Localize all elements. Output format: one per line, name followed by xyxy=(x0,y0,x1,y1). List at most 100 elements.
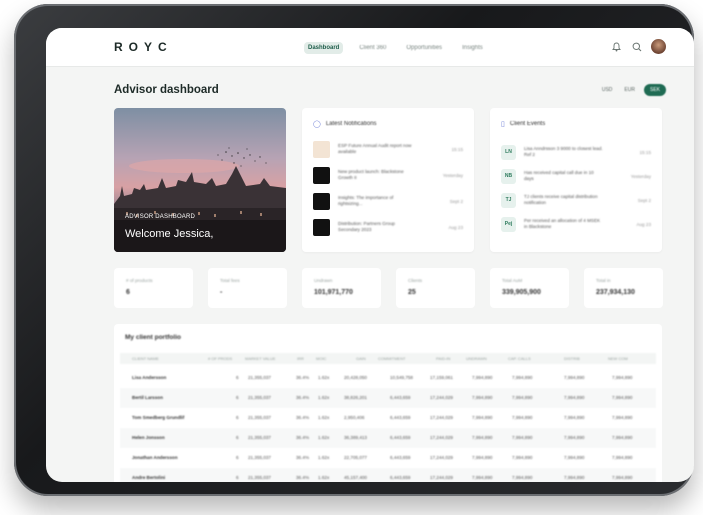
notification-text: ESP Future Annual Audit report now avail… xyxy=(338,143,412,154)
client-name: Helen Jonsson xyxy=(132,435,165,440)
cell-paid-in: 17,244,029 xyxy=(430,415,453,420)
table-row[interactable]: Andre Bertolini 6 21,355,037 36.4% 1.62x… xyxy=(120,468,656,482)
event-text: Per received an allocation of 4 MSEK in … xyxy=(524,218,601,229)
client-event-item[interactable]: LN Lisa Anndrsson 3 9000 to closest lead… xyxy=(501,142,651,162)
client-name: Jonathan Andersson xyxy=(132,455,178,460)
column-header[interactable]: GAIN xyxy=(356,356,366,361)
table-row[interactable]: Tom Smedberg Grundlif 6 21,355,037 36.4%… xyxy=(120,408,656,428)
cell-commitment: 6,443,659 xyxy=(390,455,411,460)
notification-item[interactable]: Distribution: Partners Group Secondary 2… xyxy=(313,217,463,237)
column-header[interactable]: UNDRAWN xyxy=(466,356,487,361)
cell-market-value: 21,355,037 xyxy=(248,475,271,480)
bell-icon: ◯ xyxy=(313,121,321,128)
cell-market-value: 21,355,037 xyxy=(248,455,271,460)
stat-label: Total fees xyxy=(220,278,240,283)
nav-opportunities[interactable]: Opportunities xyxy=(402,42,446,54)
notification-text: Insights: The importance of rightsizing.… xyxy=(338,195,394,206)
client-initials-badge: LN xyxy=(501,144,516,160)
currency-sek[interactable]: SEK xyxy=(643,84,666,96)
cell-moic: 1.62x xyxy=(318,415,330,420)
event-text: Has received capital call due in 10 days xyxy=(524,170,594,181)
table-row[interactable]: Lisa Andersson 6 21,355,037 36.4% 1.62x … xyxy=(120,368,656,388)
cell-cap-calls: 7,994,890 xyxy=(512,435,533,440)
event-time: 15:15 xyxy=(639,149,652,155)
stat-label: Clients xyxy=(408,278,423,283)
stat-value: - xyxy=(220,289,223,296)
notification-item[interactable]: New product launch: Blackstone Growth II… xyxy=(313,165,463,185)
column-header[interactable]: MARKET VALUE xyxy=(245,356,276,361)
table-row[interactable]: Bertil Larsson 6 21,355,037 36.4% 1.62x … xyxy=(120,388,656,408)
notification-thumbnail xyxy=(313,218,330,236)
column-header[interactable]: DISTRIB xyxy=(564,356,580,361)
client-initials-badge: NB xyxy=(501,168,516,184)
column-header[interactable]: MOIC xyxy=(316,356,326,361)
column-header[interactable]: # OF PRODS xyxy=(208,356,232,361)
main-nav: Dashboard Client 360 Opportunities Insig… xyxy=(304,42,487,54)
tablet-frame: ROYC Dashboard Client 360 Opportunities … xyxy=(14,4,694,496)
column-header[interactable]: CAP. CALLS xyxy=(508,356,531,361)
client-initials-badge: TJ xyxy=(501,192,516,208)
notification-time: 15:15 xyxy=(451,146,464,152)
nav-client-360[interactable]: Client 360 xyxy=(355,42,390,54)
cell-cap-calls: 7,994,890 xyxy=(512,455,533,460)
cell-gain: 45,157,400 xyxy=(344,475,367,480)
cell-undrawn: 7,994,890 xyxy=(472,475,493,480)
column-header[interactable]: PAID-IN xyxy=(436,356,450,361)
notification-thumbnail xyxy=(313,140,330,158)
cell-new-com: 7,994,890 xyxy=(612,455,633,460)
cell-commitment: 6,443,659 xyxy=(390,395,411,400)
cell-prods: 6 xyxy=(236,455,239,460)
currency-eur[interactable]: EUR xyxy=(621,84,638,96)
stat-label: # of products xyxy=(126,278,153,283)
cell-undrawn: 7,994,890 xyxy=(472,415,493,420)
column-header[interactable]: NEW COM xyxy=(608,356,628,361)
currency-usd[interactable]: USD xyxy=(599,84,616,96)
cell-paid-in: 17,244,029 xyxy=(430,455,453,460)
event-text: TJ clients receive capital distribution … xyxy=(524,194,598,205)
cell-undrawn: 7,994,890 xyxy=(472,375,493,380)
table-row[interactable]: Helen Jonsson 6 21,355,037 36.4% 1.62x 3… xyxy=(120,428,656,448)
cell-moic: 1.62x xyxy=(318,435,330,440)
cell-distrib: 7,994,890 xyxy=(564,435,585,440)
notification-item[interactable]: ESP Future Annual Audit report now avail… xyxy=(313,139,463,159)
client-events-header: ▯ Client Events xyxy=(501,120,545,128)
column-header[interactable]: IRR xyxy=(297,356,304,361)
cell-gain: 38,826,201 xyxy=(344,395,367,400)
cell-undrawn: 7,994,890 xyxy=(472,395,493,400)
cell-commitment: 6,443,659 xyxy=(390,415,411,420)
stat-value: 339,905,900 xyxy=(502,289,541,296)
client-event-item[interactable]: TJ TJ clients receive capital distributi… xyxy=(501,190,651,210)
search-icon[interactable] xyxy=(631,41,642,52)
column-header[interactable]: CLIENT NAME xyxy=(132,356,159,361)
stat-value: 25 xyxy=(408,289,416,296)
cell-cap-calls: 7,994,890 xyxy=(512,475,533,480)
cell-commitment: 6,443,659 xyxy=(390,435,411,440)
cell-prods: 6 xyxy=(236,415,239,420)
nav-dashboard[interactable]: Dashboard xyxy=(304,42,344,54)
bell-icon[interactable] xyxy=(611,41,622,52)
cell-paid-in: 17,244,029 xyxy=(430,395,453,400)
cell-gain: 22,705,077 xyxy=(344,455,367,460)
client-event-item[interactable]: Pej Per received an allocation of 4 MSEK… xyxy=(501,214,651,234)
cell-irr: 36.4% xyxy=(296,375,310,380)
nav-insights[interactable]: Insights xyxy=(458,42,487,54)
event-time: Aug 23 xyxy=(636,221,651,227)
cell-distrib: 7,994,890 xyxy=(564,395,585,400)
notification-time: Aug 23 xyxy=(448,224,463,230)
stat-card-undrawn: Undrawn 101,971,770 xyxy=(302,268,381,308)
cell-irr: 36.4% xyxy=(296,435,310,440)
app-logo[interactable]: ROYC xyxy=(114,40,173,54)
currency-switcher: USD EUR SEK xyxy=(599,84,666,96)
stat-value: 101,971,770 xyxy=(314,289,353,296)
column-header[interactable]: COMMITMENT xyxy=(378,356,406,361)
table-row[interactable]: Jonathan Andersson 6 21,355,037 36.4% 1.… xyxy=(120,448,656,468)
user-avatar[interactable] xyxy=(651,39,666,54)
client-portfolio-table: My client portfolio CLIENT NAME # OF PRO… xyxy=(114,324,662,482)
client-event-item[interactable]: NB Has received capital call due in 10 d… xyxy=(501,166,651,186)
cell-cap-calls: 7,994,890 xyxy=(512,395,533,400)
cell-prods: 6 xyxy=(236,435,239,440)
cell-distrib: 7,994,890 xyxy=(564,415,585,420)
cell-undrawn: 7,994,890 xyxy=(472,435,493,440)
stat-label: Total AuM xyxy=(502,278,523,283)
notification-item[interactable]: Insights: The importance of rightsizing.… xyxy=(313,191,463,211)
